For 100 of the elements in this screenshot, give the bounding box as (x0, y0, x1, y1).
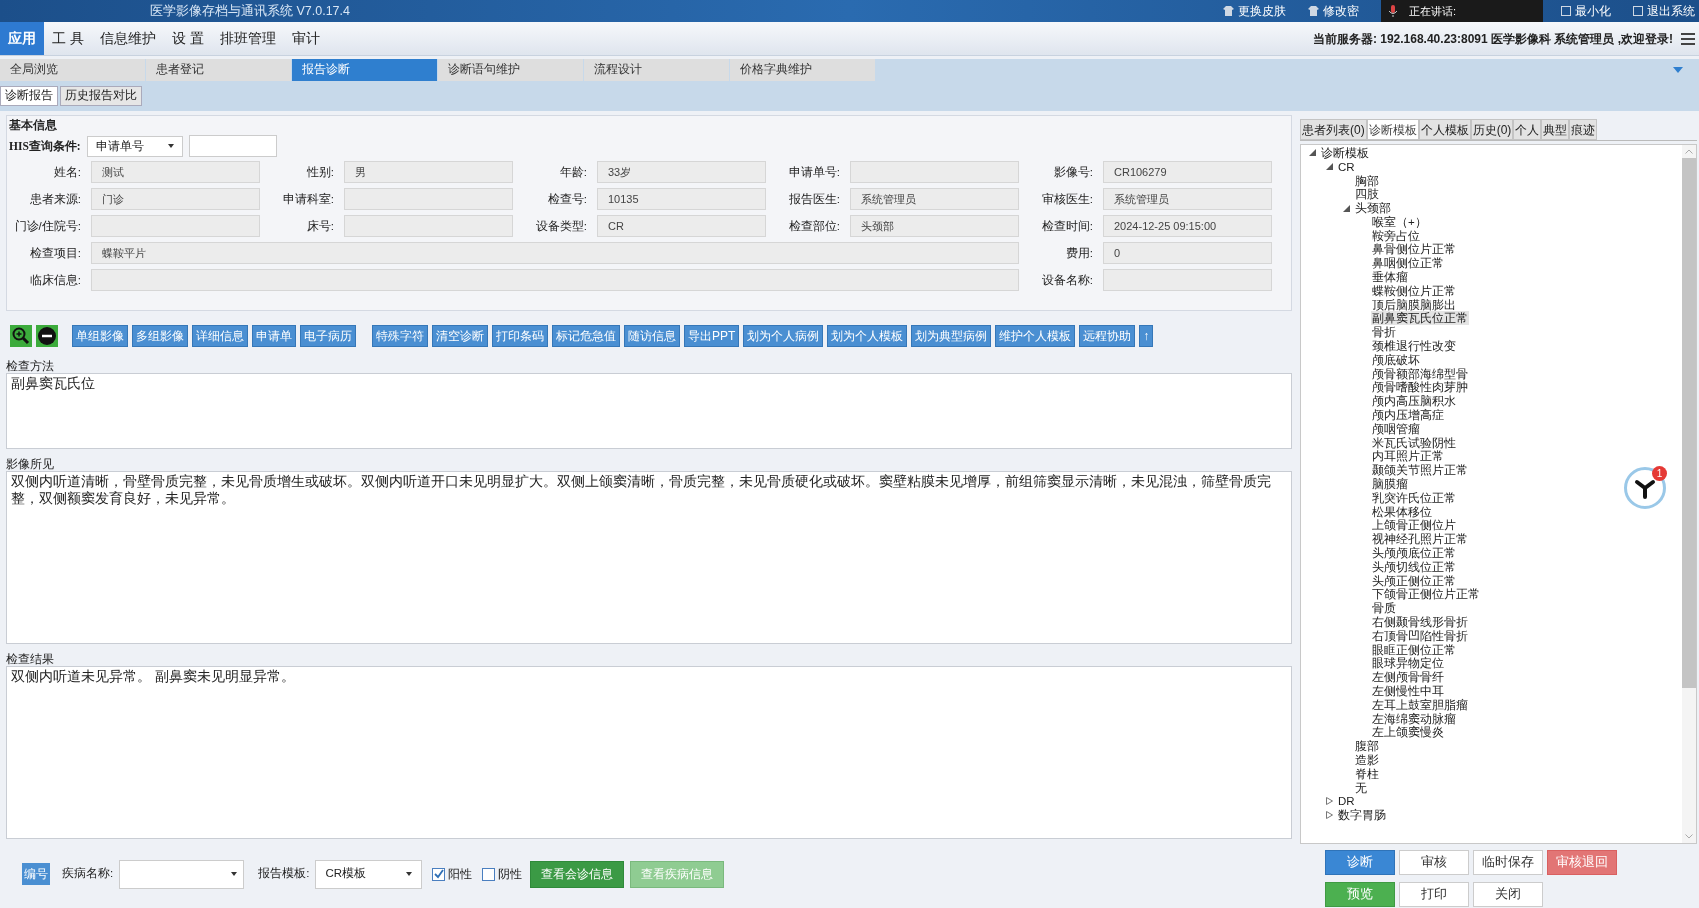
text-area[interactable]: 副鼻窦瓦氏位 (6, 373, 1292, 449)
tree-item[interactable]: 颅骨嗜酸性肉芽肿 (1371, 380, 1469, 395)
tree-item[interactable]: 骨质 (1371, 601, 1397, 616)
side-tab[interactable]: 个人 (1513, 119, 1542, 140)
side-tab[interactable]: 患者列表(0) (1300, 119, 1367, 140)
tree-item[interactable]: 数字胃肠 (1337, 808, 1387, 823)
scrollbar[interactable] (1682, 145, 1696, 843)
input-field[interactable]: 男 (344, 161, 513, 184)
title-action-button[interactable]: 更换皮肤 (1223, 2, 1286, 20)
tree-item[interactable]: 无 (1354, 780, 1368, 795)
tree-item[interactable]: 颈椎退行性改变 (1371, 339, 1457, 354)
menu-item[interactable]: 排班管理 (211, 22, 284, 55)
his-input-field[interactable] (188, 135, 277, 158)
disease-select[interactable] (119, 859, 245, 889)
tree-item[interactable]: 腹部 (1354, 739, 1380, 754)
input-field[interactable]: 测试 (91, 161, 260, 184)
tree-item[interactable]: DR (1337, 794, 1356, 809)
tab[interactable]: 价格字典维护 (730, 59, 875, 81)
tree-item[interactable]: 喉室（+） (1371, 214, 1428, 229)
dropdown-caret-icon[interactable] (1673, 67, 1683, 73)
menu-item[interactable]: 应用 (0, 22, 44, 55)
tree-item[interactable]: 米瓦氏试验阴性 (1371, 435, 1457, 450)
scroll-up-icon[interactable] (1685, 149, 1693, 154)
action-button[interactable]: 审核 (1399, 850, 1469, 875)
tree-item[interactable]: 头颈部 (1354, 201, 1392, 216)
tree-item[interactable]: 下颌骨正侧位片正常 (1371, 587, 1481, 602)
tree-item[interactable]: 诊断模板 (1320, 145, 1370, 160)
expanded-triangle-icon[interactable] (1326, 163, 1333, 171)
input-field[interactable] (850, 161, 1019, 184)
zoom-out-icon[interactable] (36, 325, 58, 347)
tab[interactable]: 报告诊断 (292, 59, 437, 81)
side-tab[interactable]: 个人模板 (1418, 119, 1471, 140)
checkbox[interactable] (482, 867, 496, 881)
action-button[interactable]: 关闭 (1473, 882, 1543, 907)
tree-item[interactable]: 垂体瘤 (1371, 270, 1409, 285)
side-tab[interactable]: 典型 (1541, 119, 1570, 140)
tree-item[interactable]: 眼眶正侧位正常 (1371, 642, 1457, 657)
tree-item[interactable]: 左耳上鼓室胆脂瘤 (1371, 697, 1469, 712)
tree-item[interactable]: 脑膜瘤 (1371, 477, 1409, 492)
tree-item[interactable]: CR (1337, 159, 1356, 174)
sub-tab[interactable]: 诊断报告 (0, 86, 58, 106)
menu-icon[interactable] (1681, 32, 1695, 45)
expanded-triangle-icon[interactable] (1343, 204, 1350, 212)
scroll-down-icon[interactable] (1685, 834, 1693, 839)
input-field[interactable]: 0 (1103, 242, 1272, 265)
tree-item[interactable]: 左上颌窦慢炎 (1371, 725, 1445, 740)
tree-item[interactable]: 左侧慢性中耳 (1371, 684, 1445, 698)
tree-item[interactable]: 副鼻窦瓦氏位正常 (1371, 311, 1469, 326)
expanded-triangle-icon[interactable] (1309, 149, 1316, 157)
input-field[interactable] (91, 215, 260, 238)
input-field[interactable]: 10135 (597, 188, 766, 211)
tree-item[interactable]: 骨折 (1371, 325, 1397, 340)
zoom-in-icon[interactable] (10, 325, 32, 347)
scrollbar-thumb[interactable] (1682, 158, 1696, 688)
tree-item[interactable]: 内耳照片正常 (1371, 449, 1445, 464)
menu-item[interactable]: 设 置 (163, 22, 212, 55)
tab[interactable]: 全局浏览 (0, 59, 145, 81)
collapsed-triangle-icon[interactable] (1326, 811, 1333, 820)
tree-item[interactable]: 头颅颅底位正常 (1371, 546, 1457, 560)
tree-item[interactable]: 胸部 (1354, 173, 1380, 188)
tree-item[interactable]: 四肢 (1354, 187, 1380, 202)
input-field[interactable]: 2024-12-25 09:15:00 (1103, 215, 1272, 238)
side-tab[interactable]: 诊断模板 (1366, 119, 1419, 140)
tree-item[interactable]: 鞍旁占位 (1371, 228, 1421, 243)
tab[interactable]: 流程设计 (584, 59, 729, 81)
input-field[interactable] (1103, 269, 1272, 292)
tree-item[interactable]: 上颌骨正侧位片 (1371, 518, 1457, 533)
collapsed-triangle-icon[interactable] (1326, 797, 1333, 806)
tree-item[interactable]: 鼻骨侧位片正常 (1371, 242, 1457, 257)
tree-item[interactable]: 右顶骨凹陷性骨折 (1371, 628, 1469, 643)
tree-item[interactable]: 颅底破坏 (1371, 352, 1421, 367)
tree-item[interactable]: 颅内压增高症 (1371, 408, 1445, 423)
tab[interactable]: 患者登记 (146, 59, 291, 81)
window-action-button[interactable]: 最小化 (1561, 2, 1611, 20)
his-select[interactable]: 申请单号 (86, 135, 183, 157)
input-field[interactable]: 蝶鞍平片 (91, 242, 1019, 265)
tree-item[interactable]: 左侧颅骨骨纤 (1371, 670, 1445, 685)
tab[interactable]: 诊断语句维护 (438, 59, 583, 81)
tree-item[interactable]: 头颅正侧位正常 (1371, 573, 1457, 588)
tree-item[interactable]: 鼻咽侧位正常 (1371, 256, 1445, 271)
info-button[interactable]: 查看会诊信息 (530, 860, 625, 888)
side-tab[interactable]: 痕迹 (1569, 119, 1598, 140)
tree-item[interactable]: 颅咽管瘤 (1371, 421, 1421, 436)
tree-item[interactable]: 右侧颞骨线形骨折 (1371, 615, 1469, 629)
action-button[interactable]: 打印 (1399, 882, 1469, 907)
tree-item[interactable]: 松果体移位 (1371, 504, 1433, 519)
input-field[interactable]: CR (597, 215, 766, 238)
action-button[interactable]: 诊断 (1325, 850, 1395, 875)
text-area[interactable]: 双侧内听道清晰，骨壁骨质完整，未见骨质增生或破坏。双侧内听道开口未见明显扩大。双侧上颌窦清晰，骨质完整，未见骨质硬化或破坏。窦壁粘膜未见增厚，前组筛窦显示清晰，未见混浊，筛壁骨质完整，双侧额窦发育良好，未见异常。 (6, 471, 1292, 644)
tree-item[interactable]: 头颅切线位正常 (1371, 559, 1457, 574)
sub-tab[interactable]: 历史报告对比 (60, 86, 142, 106)
text-area[interactable]: 双侧内听道未见异常。 副鼻窦未见明显异常。 (6, 666, 1292, 839)
checkbox[interactable] (432, 867, 446, 881)
tree-item[interactable]: 左海绵窦动脉瘤 (1371, 711, 1457, 726)
tree-item[interactable]: 造影 (1354, 752, 1380, 767)
input-field[interactable]: 系统管理员 (850, 188, 1019, 211)
input-field[interactable]: 33岁 (597, 161, 766, 184)
input-field[interactable]: CR106279 (1103, 161, 1272, 184)
action-button[interactable]: 临时保存 (1473, 850, 1543, 875)
tree-item[interactable]: 颅内高压脑积水 (1371, 394, 1457, 409)
